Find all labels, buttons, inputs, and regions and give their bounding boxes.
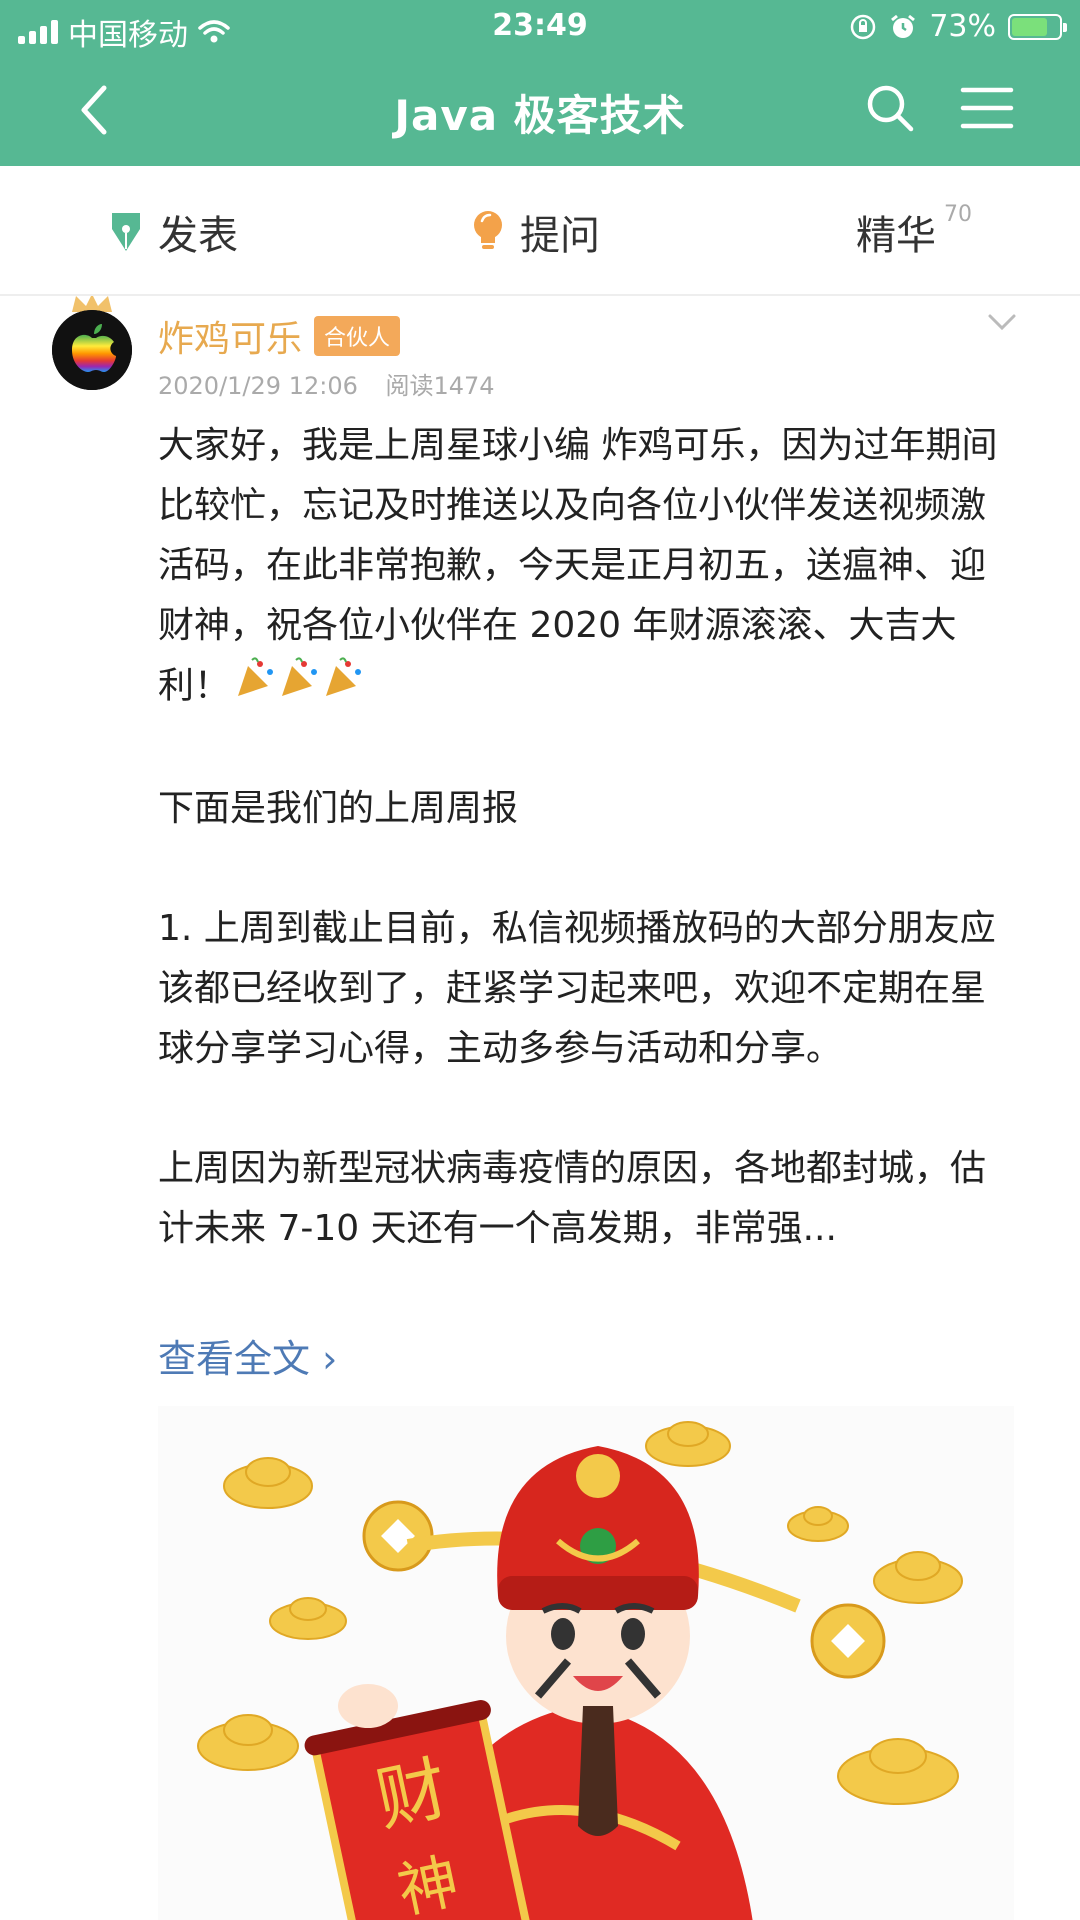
post-reads: 阅读1474 [385, 372, 495, 400]
page-title: Java 极客技术 [394, 91, 686, 140]
tab-featured[interactable]: 精华 70 [856, 201, 972, 260]
featured-count: 70 [944, 201, 972, 227]
battery-icon [1008, 13, 1067, 40]
menu-icon[interactable] [960, 84, 1014, 132]
post-card: 炸鸡可乐 合伙人 2020/1/29 12:06 阅读1474 大家好，我是上周… [0, 296, 1080, 1920]
post-meta: 2020/1/29 12:06 阅读1474 [158, 366, 495, 401]
top-bar: 中国移动 23:49 73% Java 极客技术 [0, 0, 1080, 166]
post-paragraph: 大家好，我是上周星球小编 炸鸡可乐，因为过年期间比较忙，忘记及时推送以及向各位小… [158, 416, 1018, 719]
avatar[interactable] [52, 310, 132, 390]
read-more-link[interactable]: 查看全文 › [158, 1328, 337, 1383]
post-date: 2020/1/29 12:06 [158, 372, 358, 400]
tab-question[interactable]: 提问 [470, 204, 600, 260]
author-name[interactable]: 炸鸡可乐 [158, 310, 302, 362]
party-popper-icon [234, 656, 366, 719]
chevron-down-icon[interactable] [984, 308, 1020, 336]
status-right: 73% [849, 9, 1067, 44]
post-paragraph: 上周因为新型冠状病毒疫情的原因，各地都封城，估计未来 7-10 天还有一个高发期… [158, 1148, 987, 1249]
pen-icon [112, 213, 140, 251]
post-content: 大家好，我是上周星球小编 炸鸡可乐，因为过年期间比较忙，忘记及时推送以及向各位小… [158, 416, 1018, 1259]
partner-badge: 合伙人 [314, 316, 401, 356]
post-image[interactable]: 财 神 [158, 1406, 1014, 1920]
battery-percent: 73% [929, 9, 996, 44]
tab-bar: 发表 提问 精华 70 [0, 166, 1080, 296]
tab-question-label: 提问 [520, 213, 600, 259]
nav-bar: Java 极客技术 [0, 60, 1080, 156]
lightbulb-icon [474, 211, 502, 249]
avatar-apple-icon [52, 310, 132, 390]
status-bar: 中国移动 23:49 73% [0, 0, 1080, 54]
alarm-icon [891, 14, 916, 38]
tab-post-label: 发表 [158, 213, 238, 259]
post-paragraph: 下面是我们的上周周报 [158, 788, 519, 829]
search-icon[interactable] [864, 82, 916, 134]
post-paragraph: 1. 上周到截止目前，私信视频播放码的大部分朋友应该都已经收到了，赶紧学习起来吧… [158, 908, 996, 1069]
author-row: 炸鸡可乐 合伙人 [158, 310, 401, 362]
tab-post[interactable]: 发表 [108, 204, 238, 260]
rotation-lock-icon [851, 14, 876, 39]
tab-featured-label: 精华 [856, 213, 936, 259]
god-of-wealth-illustration: 财 神 [158, 1406, 1014, 1920]
